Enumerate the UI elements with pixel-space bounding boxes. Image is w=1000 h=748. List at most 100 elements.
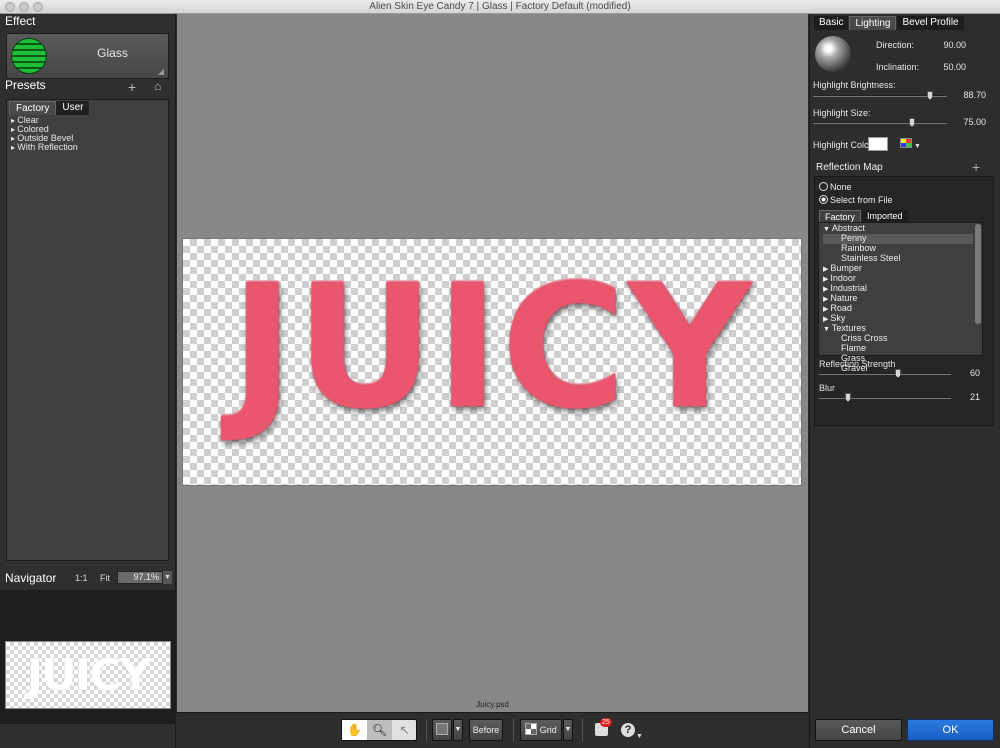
presets-tabs: Factory User [9, 101, 90, 115]
window-title: Alien Skin Eye Candy 7 | Glass | Factory… [369, 1, 631, 12]
palette-dropdown-icon[interactable]: ▼ [914, 143, 921, 150]
grid-icon [525, 723, 538, 735]
highlight-color-label: Highlight Color [813, 140, 873, 150]
preview-text: JUICY [230, 249, 754, 447]
notification-badge: 25 [600, 718, 612, 727]
inclination-label: Inclination: [876, 62, 920, 72]
inclination-value[interactable]: 50.00 [936, 62, 966, 72]
direction-value[interactable]: 90.00 [936, 40, 966, 50]
hand-tool-icon[interactable]: ✋ [342, 720, 367, 740]
add-reflection-icon[interactable]: + [972, 159, 980, 175]
reflection-map-tree: ▼ Abstract Penny Rainbow Stainless Steel ▶ B… [818, 222, 983, 373]
preset-item[interactable]: With Reflection [11, 143, 78, 152]
grid-label: Grid [539, 725, 557, 735]
ok-button[interactable]: OK [907, 719, 994, 741]
blur-slider[interactable] [819, 393, 951, 402]
tab-user[interactable]: User [56, 101, 90, 115]
zoom-tool-icon[interactable]: 🔍︎ [367, 720, 392, 740]
effect-header: Effect [5, 14, 36, 28]
tree-item-label: Abstract [831, 223, 865, 233]
reflection-strength-value[interactable]: 60 [960, 368, 980, 378]
slider-knob[interactable] [909, 118, 915, 127]
highlight-brightness-label: Highlight Brightness: [813, 80, 896, 90]
tab-factory[interactable]: Factory [9, 101, 57, 115]
background-dropdown-icon[interactable]: ▼ [453, 719, 463, 741]
reflection-map-header: Reflection Map [816, 162, 883, 173]
preset-list: Clear Colored Outside Bevel With Reflect… [11, 116, 78, 152]
tree-item-label: Rainbow [841, 243, 877, 253]
settings-tabs: Basic Lighting Bevel Profile [814, 16, 965, 30]
tree-item-label: Industrial [830, 283, 867, 293]
presets-panel: Factory User Clear Colored Outside Bevel… [6, 99, 169, 561]
cancel-button[interactable]: Cancel [815, 719, 902, 741]
presets-header: Presets [5, 78, 46, 92]
tree-item-label: Criss Cross [841, 333, 888, 343]
tree-item-label: Bumper [830, 263, 862, 273]
tree-item-label: Indoor [830, 273, 856, 283]
triangle-down-icon: ▼ [823, 326, 832, 333]
grid-button[interactable]: Grid [520, 719, 562, 741]
navigator-thumbnail[interactable]: JUICY [5, 641, 171, 709]
tab-lighting[interactable]: Lighting [849, 16, 897, 30]
pointer-tool-icon[interactable]: ↖ [392, 720, 417, 740]
before-button[interactable]: Before [469, 719, 503, 741]
notifications-icon[interactable]: 25 [595, 718, 612, 736]
toolbar-divider [426, 719, 427, 741]
grid-dropdown-icon[interactable]: ▼ [563, 719, 573, 741]
zoom-level-field[interactable]: 97.1% [117, 571, 163, 584]
tree-scrollbar[interactable] [975, 224, 981, 324]
tab-bevel-profile[interactable]: Bevel Profile [897, 16, 964, 30]
slider-knob[interactable] [927, 91, 933, 100]
navigator-header: Navigator 1:1 Fit 97.1% ▼ [0, 570, 176, 588]
tool-group: ✋ 🔍︎ ↖ [341, 719, 417, 741]
light-direction-sphere[interactable] [815, 36, 851, 72]
tree-item-label: Penny [841, 233, 867, 243]
navigator-thumb-text: JUICY [26, 650, 152, 701]
blur-label: Blur [819, 383, 836, 393]
reflection-strength-slider[interactable] [819, 369, 951, 378]
blur-value[interactable]: 21 [960, 392, 980, 402]
background-color-button[interactable] [432, 719, 452, 741]
tree-item-label: Road [830, 303, 852, 313]
highlight-brightness-slider[interactable] [813, 91, 947, 100]
navigator-preview[interactable]: JUICY [0, 590, 176, 724]
filename-label: Juicy.psd [476, 700, 509, 709]
highlight-size-value[interactable]: 75.00 [960, 117, 986, 127]
help-dropdown-icon[interactable]: ▼ [636, 733, 643, 740]
radio-none[interactable]: None [819, 182, 852, 192]
zoom-fit-button[interactable]: Fit [100, 573, 110, 583]
bottom-toolbar: ✋ 🔍︎ ↖ ▼ Before Grid ▼ 25 ? ▼ [177, 712, 808, 748]
add-preset-icon[interactable]: + [128, 79, 136, 95]
effect-selector[interactable]: Glass ◢ [6, 33, 169, 79]
color-palette-icon[interactable] [900, 138, 912, 148]
canvas-area[interactable]: JUICY Juicy.psd [177, 14, 808, 712]
highlight-size-label: Highlight Size: [813, 108, 871, 118]
effect-name: Glass [97, 46, 128, 60]
triangle-down-icon: ▼ [823, 226, 832, 233]
highlight-color-swatch[interactable] [868, 137, 888, 151]
tree-category[interactable]: ▶ Road [823, 304, 973, 314]
window-titlebar: Alien Skin Eye Candy 7 | Glass | Factory… [0, 0, 1000, 14]
tree-item-label: Flame [841, 343, 867, 353]
radio-select-from-file[interactable]: Select from File [819, 195, 893, 205]
tree-item-label: Stainless Steel [841, 253, 901, 263]
glass-effect-icon [11, 38, 47, 74]
tree-item-label: Textures [831, 323, 866, 333]
toolbar-divider [513, 719, 514, 741]
tab-basic[interactable]: Basic [814, 16, 849, 30]
zoom-1-1-button[interactable]: 1:1 [75, 573, 88, 583]
left-panel: Effect Glass ◢ Presets + ⌂ Factory User … [0, 14, 176, 748]
highlight-size-slider[interactable] [813, 118, 947, 127]
direction-label: Direction: [876, 40, 915, 50]
highlight-brightness-value[interactable]: 88.70 [960, 90, 986, 100]
triangle-down-icon: ◢ [157, 67, 164, 76]
tree-item-label: Sky [830, 313, 846, 323]
tree-item-label: Nature [830, 293, 858, 303]
right-panel: Basic Lighting Bevel Profile Direction: … [809, 14, 1000, 748]
home-icon[interactable]: ⌂ [154, 79, 161, 93]
preview-image[interactable]: JUICY [182, 238, 802, 486]
help-icon[interactable]: ? [621, 723, 635, 737]
background-swatch-icon [436, 723, 448, 735]
zoom-dropdown-icon[interactable]: ▼ [163, 571, 172, 584]
reflection-strength-label: Reflection Strength [819, 359, 896, 369]
